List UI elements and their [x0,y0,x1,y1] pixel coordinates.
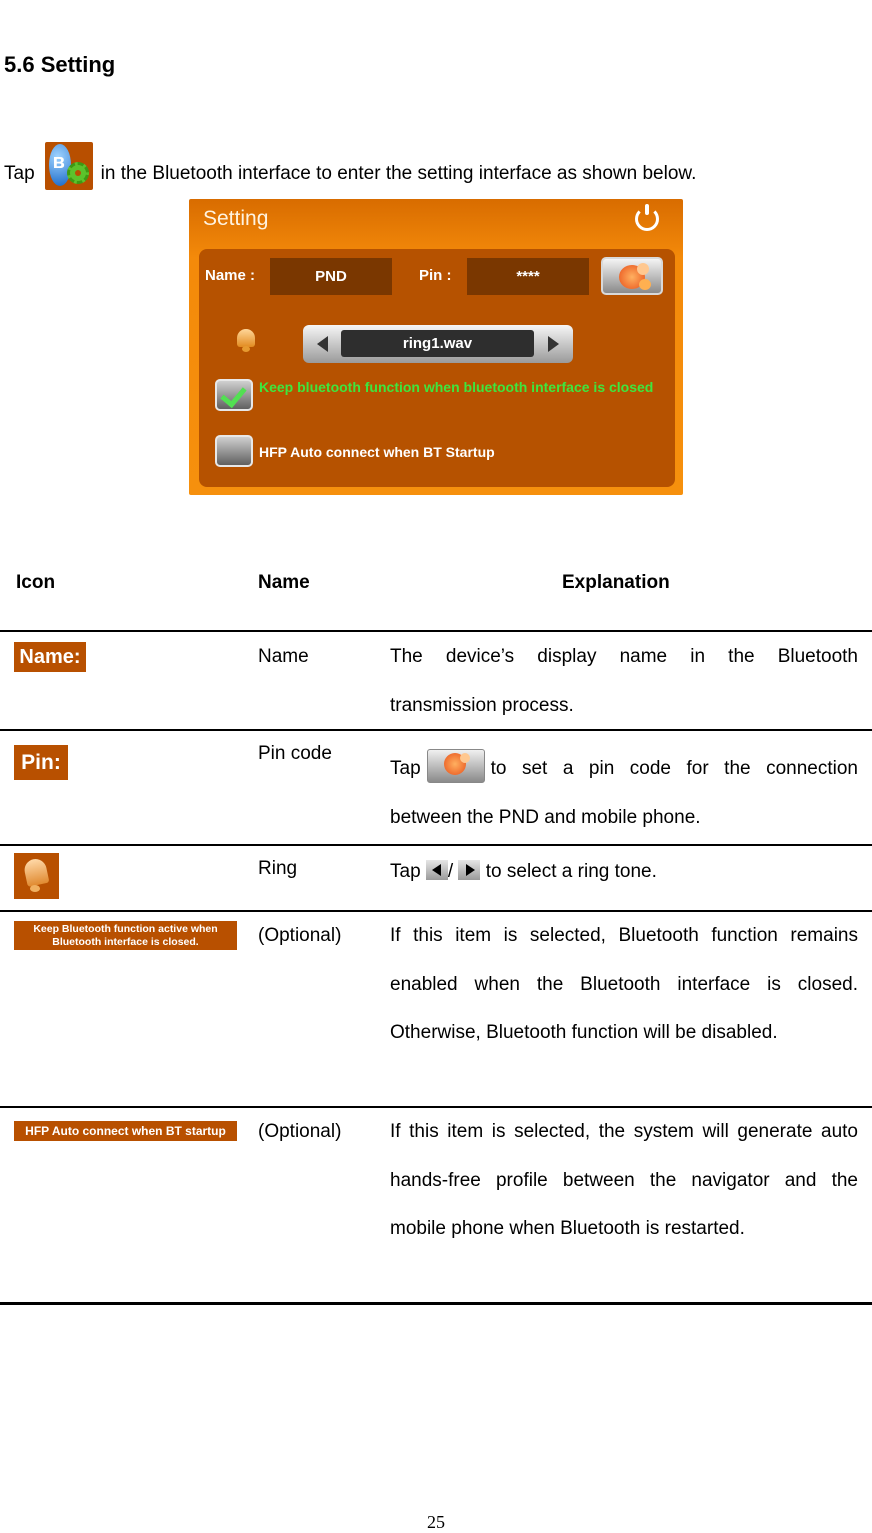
intro-text-before: Tap [4,163,35,184]
name-icon: Name: [14,642,86,672]
ringtone-selector: ring1.wav [303,325,573,363]
keep-bluetooth-label: Keep bluetooth function when bluetooth i… [259,379,654,395]
keep-bluetooth-active-icon: Keep Bluetooth function active when Blue… [14,921,237,950]
setting-screen-screenshot: Setting Name : PND Pin : **** ring1.wav … [189,199,683,495]
row-name: Pin code [258,743,332,764]
row-name: Name [258,646,309,667]
section-heading: 5.6 Setting [4,52,116,77]
explanation-text: Tap [390,758,421,779]
pin-settings-button[interactable] [601,257,663,295]
table-divider [0,844,872,846]
pin-label: Pin : [419,267,452,284]
page-number: 25 [427,1512,445,1532]
row-name: Ring [258,858,298,879]
left-arrow-icon [425,860,448,880]
column-header-name: Name [258,572,310,593]
next-ringtone-arrow[interactable] [548,336,559,352]
checkmark-icon [220,380,247,409]
pin-field[interactable]: **** [467,258,589,295]
right-arrow-icon [458,860,481,880]
setting-screen-title: Setting [203,207,269,230]
intro-text-after: in the Bluetooth interface to enter the … [100,163,697,184]
bluetooth-settings-icon: ʙ [44,142,93,190]
column-header-icon: Icon [16,572,56,593]
name-field[interactable]: PND [270,258,392,295]
setting-panel: Name : PND Pin : **** ring1.wav Keep blu… [199,249,675,487]
row-name: (Optional) [258,925,342,946]
table-divider [0,630,872,632]
hfp-auto-connect-icon: HFP Auto connect when BT startup [14,1121,237,1141]
intro-paragraph: Tap ʙ in the Bluetooth interface to ente… [4,142,697,198]
previous-ringtone-arrow[interactable] [317,336,328,352]
name-label: Name : [205,267,256,284]
pin-icon: Pin: [14,745,68,780]
row-explanation: The device’s display name in the Bluetoo… [390,646,858,716]
separator: / [447,861,454,882]
column-header-explanation: Explanation [562,572,670,593]
hfp-auto-connect-label: HFP Auto connect when BT Startup [259,444,495,460]
row-name: (Optional) [258,1121,342,1142]
ringtone-value: ring1.wav [341,330,534,357]
keep-bluetooth-checkbox[interactable] [215,379,253,411]
explanation-text: to select a ring tone. [485,861,657,882]
table-divider [0,729,872,731]
gear-flower-icon [426,749,485,783]
row-explanation: If this item is selected, the system wil… [390,1121,858,1239]
table-bottom-rule [0,1302,872,1305]
power-icon[interactable] [635,204,659,231]
row-explanation: Tap / to select a ring tone. [390,848,657,897]
bell-icon [235,327,257,353]
row-explanation: Tap to set a pin code for the connection … [390,745,858,842]
hfp-auto-connect-checkbox[interactable] [215,435,253,467]
bell-icon [14,853,59,899]
row-explanation: If this item is selected, Bluetooth func… [390,925,858,1043]
explanation-text: Tap [390,861,421,882]
